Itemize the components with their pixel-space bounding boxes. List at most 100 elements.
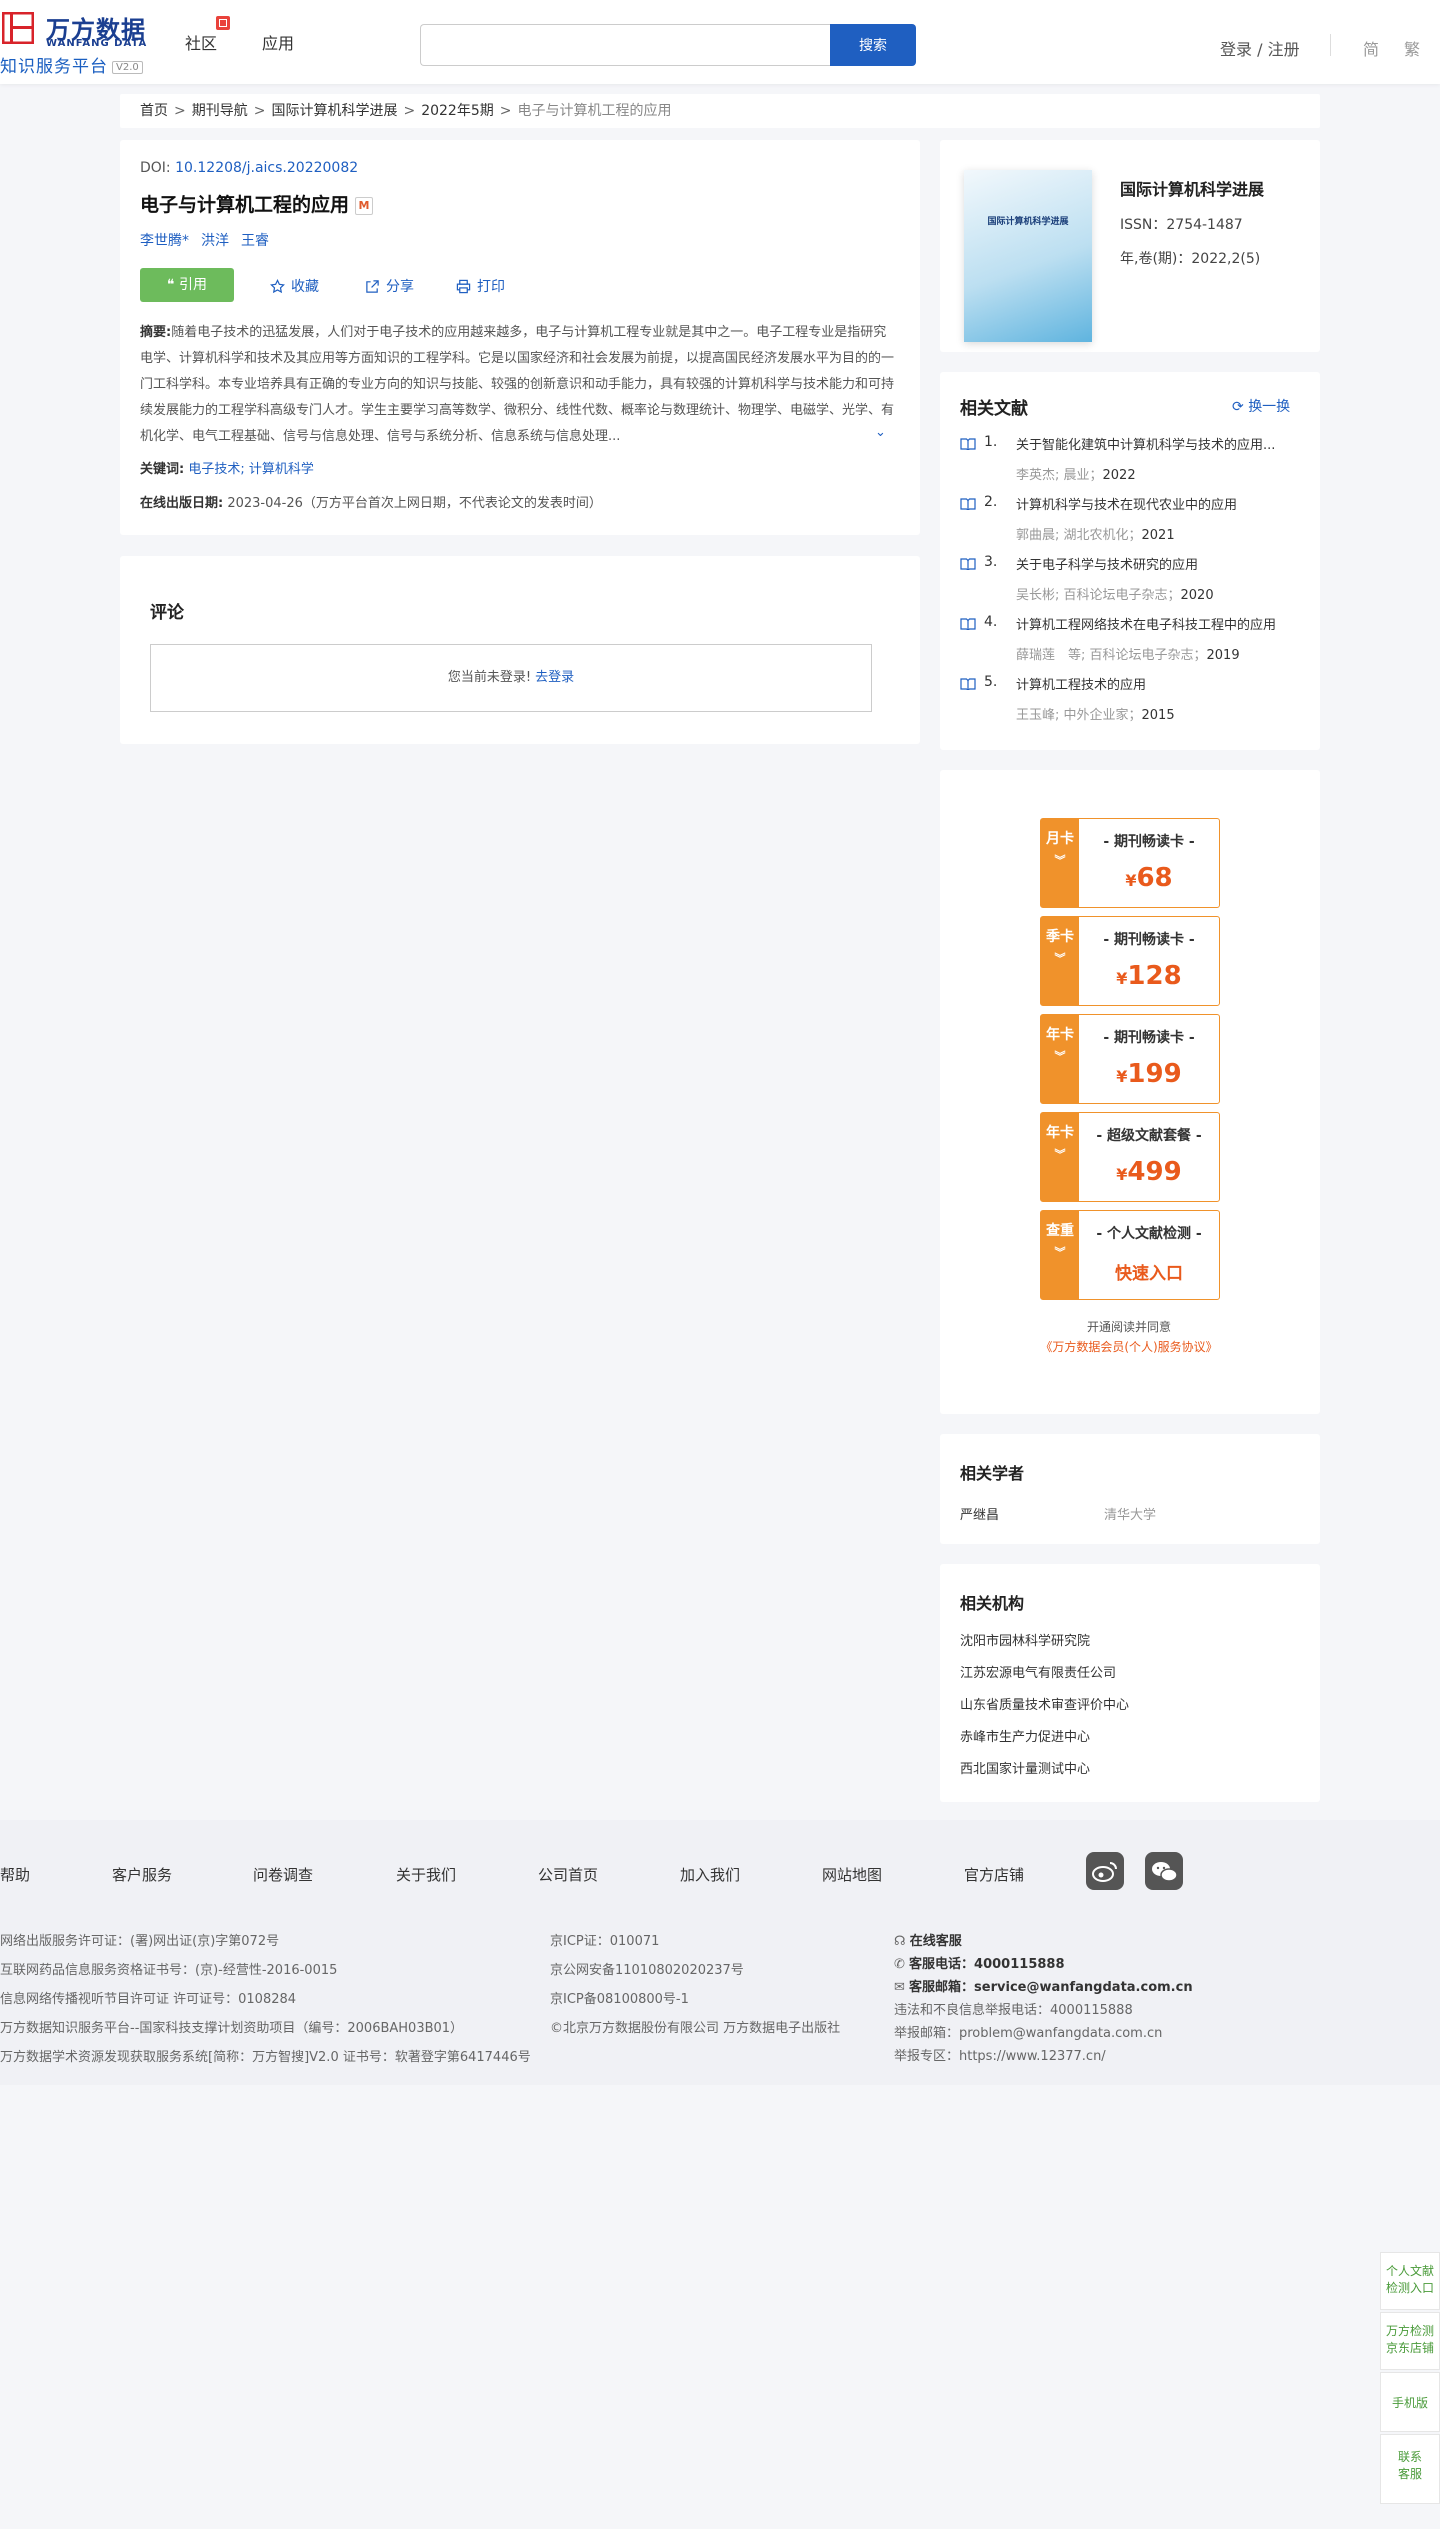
cite-button[interactable]: ❝ 引用 <box>140 268 234 302</box>
list-item[interactable]: 4. 计算机工程网络技术在电子科技工程中的应用 薛瑞莲 等; 百科论坛电子杂志；… <box>960 614 1300 674</box>
lang-traditional[interactable]: 繁 <box>1404 36 1420 60</box>
vip-agreement-link[interactable]: 《万方数据会员(个人)服务协议》 <box>940 1338 1318 1355</box>
breadcrumb-issue[interactable]: 2022年5期 <box>421 103 494 119</box>
footer-link-help[interactable]: 帮助 <box>0 1864 30 1885</box>
refresh-icon: ⟳ <box>1232 399 1249 415</box>
icp-line: 京ICP证：010071 <box>550 1934 660 1949</box>
list-item[interactable]: 山东省质量技术审查评价中心 <box>960 1694 1129 1713</box>
wechat-icon[interactable] <box>1145 1852 1183 1890</box>
double-chevron-icon: ︾ <box>1054 1050 1066 1063</box>
footer-link-home[interactable]: 公司首页 <box>538 1864 598 1885</box>
lang-simplified[interactable]: 简 <box>1363 36 1379 60</box>
expand-abstract-icon[interactable]: ⌄ <box>875 425 886 440</box>
list-item[interactable]: 西北国家计量测试中心 <box>960 1758 1090 1777</box>
vip-card-yearly[interactable]: 年卡 ︾ - 期刊畅读卡 - ¥199 <box>1040 1014 1220 1104</box>
abstract: 摘要:随着电子技术的迅猛发展，人们对于电子技术的应用越来越多，电子与计算机工程专… <box>140 320 898 450</box>
m-icon[interactable]: M <box>355 196 374 215</box>
footer-link-about[interactable]: 关于我们 <box>396 1864 456 1885</box>
author-link[interactable]: 王睿 <box>241 233 269 249</box>
doi-link[interactable]: 10.12208/j.aics.20220082 <box>175 160 358 176</box>
breadcrumb-journal-nav[interactable]: 期刊导航 <box>192 103 248 119</box>
footer-link-join[interactable]: 加入我们 <box>680 1864 740 1885</box>
nav-apps[interactable]: 应用 <box>262 30 294 54</box>
vip-side-label: 年卡 ︾ <box>1041 1015 1079 1103</box>
doc-title[interactable]: 关于电子科学与技术研究的应用 <box>1016 554 1306 573</box>
search-input[interactable] <box>420 24 830 66</box>
keywords-value[interactable]: 电子技术; 计算机科学 <box>188 462 314 477</box>
phone-icon: ✆ <box>894 1957 910 1972</box>
site-logo[interactable]: 万方数据 WANFANG DATA 知识服务平台 V2.0 <box>0 6 160 77</box>
list-item[interactable]: 3. 关于电子科学与技术研究的应用 吴长彬; 百科论坛电子杂志；2020 <box>960 554 1300 614</box>
currency-symbol: ¥ <box>1116 1067 1128 1086</box>
abstract-text: 随着电子技术的迅猛发展，人们对于电子技术的应用越来越多，电子与计算机工程专业就是… <box>140 325 895 444</box>
doc-title[interactable]: 关于智能化建筑中计算机科学与技术的应用... <box>1016 434 1306 453</box>
print-label: 打印 <box>477 279 505 295</box>
related-docs-title: 相关文献 <box>960 399 1028 419</box>
star-icon <box>270 278 285 294</box>
scholar-name[interactable]: 严继昌 <box>960 1504 999 1523</box>
weibo-icon[interactable] <box>1086 1852 1124 1890</box>
vip-card-super[interactable]: 年卡 ︾ - 超级文献套餐 - ¥499 <box>1040 1112 1220 1202</box>
vip-card-check[interactable]: 查重 ︾ - 个人文献检测 - 快速入口 <box>1040 1210 1220 1300</box>
scholars-title: 相关学者 <box>960 1464 1025 1483</box>
doc-title[interactable]: 计算机工程网络技术在电子科技工程中的应用 <box>1016 614 1306 633</box>
author-link[interactable]: 李世腾* <box>140 233 189 249</box>
doc-year: 2021 <box>1141 528 1175 543</box>
doc-meta-text: 郭曲晨; 湖北农机化； <box>1016 528 1142 543</box>
online-service-link[interactable]: ☊ 在线客服 <box>894 1930 962 1949</box>
doc-meta: 郭曲晨; 湖北农机化；2021 <box>1016 524 1175 543</box>
login-register-link[interactable]: 登录 / 注册 <box>1220 36 1300 60</box>
doc-title[interactable]: 计算机科学与技术在现代农业中的应用 <box>1016 494 1306 513</box>
vip-price: ¥68 <box>1079 863 1219 893</box>
report-area[interactable]: 举报专区：https://www.12377.cn/ <box>894 2045 1106 2064</box>
book-icon <box>960 618 976 630</box>
abstract-label: 摘要: <box>140 325 172 340</box>
publish-date-label: 在线出版日期: <box>140 496 224 511</box>
journal-cover[interactable]: 国际计算机科学进展 <box>964 170 1092 342</box>
vip-price: ¥128 <box>1079 961 1219 991</box>
collect-button[interactable]: 收藏 <box>270 276 319 296</box>
journal-card: 国际计算机科学进展 国际计算机科学进展 ISSN：2754-1487 年,卷(期… <box>940 140 1320 352</box>
vip-side-text: 年卡 <box>1046 1027 1074 1043</box>
vip-card-monthly[interactable]: 月卡 ︾ - 期刊畅读卡 - ¥68 <box>1040 818 1220 908</box>
footer-link-survey[interactable]: 问卷调查 <box>253 1864 313 1885</box>
footer-link-sitemap[interactable]: 网站地图 <box>822 1864 882 1885</box>
doc-meta: 王玉峰; 中外企业家；2015 <box>1016 704 1175 723</box>
license-line: 万方数据学术资源发现获取服务系统[简称：万方智搜]V2.0 证书号：软著登字第6… <box>0 2050 531 2065</box>
print-button[interactable]: 打印 <box>456 276 505 296</box>
list-item[interactable]: 赤峰市生产力促进中心 <box>960 1726 1090 1745</box>
share-button[interactable]: 分享 <box>365 276 414 296</box>
version-badge: V2.0 <box>112 60 143 74</box>
footer-link-service[interactable]: 客户服务 <box>112 1864 172 1885</box>
license-line: 万方数据知识服务平台--国家科技支撑计划资助项目（编号：2006BAH03B01… <box>0 2021 464 2036</box>
contact-email: ✉ 客服邮箱：service@wanfangdata.com.cn <box>894 1976 1193 1995</box>
breadcrumb-journal[interactable]: 国际计算机科学进展 <box>271 103 397 119</box>
side-check-entry[interactable]: 个人文献检测入口 <box>1380 2252 1440 2310</box>
comment-card: 评论 您当前未登录! 去登录 <box>120 556 920 744</box>
nav-community[interactable]: 社区 <box>185 30 217 54</box>
refresh-button[interactable]: ⟳ 换一换 <box>1232 396 1290 416</box>
side-mobile[interactable]: 手机版 <box>1380 2372 1440 2432</box>
community-badge-icon <box>216 16 230 30</box>
vip-name: - 期刊畅读卡 - <box>1103 834 1195 850</box>
side-contact[interactable]: 联系客服 <box>1380 2434 1440 2504</box>
search-button[interactable]: 搜索 <box>830 24 916 66</box>
author-link[interactable]: 洪洋 <box>201 233 229 249</box>
journal-name[interactable]: 国际计算机科学进展 <box>1120 176 1264 200</box>
list-item[interactable]: 5. 计算机工程技术的应用 王玉峰; 中外企业家；2015 <box>960 674 1300 734</box>
footer-link-store[interactable]: 官方店铺 <box>964 1864 1024 1885</box>
side-jd-store[interactable]: 万方检测京东店铺 <box>1380 2312 1440 2370</box>
list-item[interactable]: 江苏宏源电气有限责任公司 <box>960 1662 1116 1681</box>
footer: 帮助 客户服务 问卷调查 关于我们 公司首页 加入我们 网站地图 官方店铺 网络… <box>0 1820 1440 2085</box>
currency-symbol: ¥ <box>1116 969 1128 988</box>
list-item[interactable]: 2. 计算机科学与技术在现代农业中的应用 郭曲晨; 湖北农机化；2021 <box>960 494 1300 554</box>
list-item[interactable]: 沈阳市园林科学研究院 <box>960 1630 1090 1649</box>
doc-meta: 薛瑞莲 等; 百科论坛电子杂志；2019 <box>1016 644 1240 663</box>
headset-icon: ☊ <box>894 1934 910 1949</box>
breadcrumb-home[interactable]: 首页 <box>140 103 168 119</box>
go-login-link[interactable]: 去登录 <box>535 670 574 685</box>
list-item[interactable]: 1. 关于智能化建筑中计算机科学与技术的应用... 李英杰; 晨业；2022 <box>960 434 1300 494</box>
doc-title[interactable]: 计算机工程技术的应用 <box>1016 674 1306 693</box>
vip-card-quarterly[interactable]: 季卡 ︾ - 期刊畅读卡 - ¥128 <box>1040 916 1220 1006</box>
online-service-text: 在线客服 <box>909 1934 962 1949</box>
